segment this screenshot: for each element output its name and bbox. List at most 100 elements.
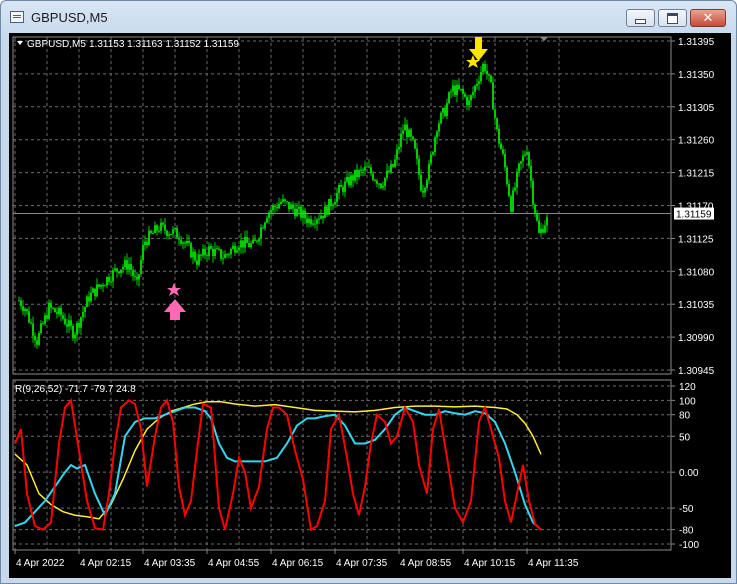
candle-body	[536, 213, 538, 221]
candle-body	[44, 315, 46, 324]
candle-body	[336, 192, 338, 203]
candle-body	[324, 206, 326, 219]
candle-body	[414, 139, 416, 149]
candle-body	[132, 270, 134, 277]
maximize-button[interactable]	[658, 9, 687, 27]
candle-body	[254, 239, 256, 241]
candle-body	[374, 179, 376, 181]
candle-body	[380, 183, 382, 188]
candle-body	[438, 123, 440, 132]
candle-body	[360, 169, 362, 171]
candle-body	[494, 109, 496, 119]
buy-signal	[164, 283, 186, 320]
candle-body	[244, 237, 246, 248]
candle-body	[398, 147, 400, 150]
candle-body	[452, 85, 454, 92]
candle-body	[314, 223, 316, 225]
candle-body	[88, 296, 90, 302]
candle-body	[412, 136, 414, 140]
candle-body	[232, 245, 234, 249]
candle-body	[188, 241, 190, 244]
time-axis[interactable]: 4 Apr 2022 4 Apr 02:15 4 Apr 03:35 4 Apr 04…	[14, 550, 579, 569]
candle-body	[356, 169, 358, 178]
candle-body	[222, 258, 224, 260]
candle-body	[220, 249, 222, 259]
candle-body	[250, 243, 252, 247]
candle-body	[526, 152, 528, 155]
time-tick-label: 4 Apr 04:55	[208, 558, 260, 569]
candle-body	[46, 315, 48, 319]
price-candles	[18, 60, 548, 349]
candle-body	[62, 315, 64, 319]
current-price-value: 1.31159	[676, 210, 712, 221]
candle-body	[212, 248, 214, 257]
symbol-dropdown-icon[interactable]	[17, 41, 23, 45]
chart-window-icon	[10, 11, 24, 23]
window-title: GBPUSD,M5	[31, 10, 108, 25]
candle-body	[36, 340, 38, 345]
candle-body	[434, 137, 436, 152]
candle-body	[124, 260, 126, 267]
candle-body	[248, 243, 250, 247]
candle-body	[56, 312, 58, 314]
candle-body	[338, 184, 340, 193]
candle-body	[82, 312, 84, 318]
candle-body	[474, 85, 476, 93]
candle-body	[370, 167, 372, 174]
candle-body	[422, 190, 424, 193]
candle-body	[114, 268, 116, 270]
candle-body	[20, 300, 22, 307]
candle-body	[480, 72, 482, 82]
candle-body	[466, 96, 468, 106]
candle-body	[252, 239, 254, 244]
close-button[interactable]: ✕	[690, 9, 726, 27]
price-axis[interactable]: 1.31395 1.31350 1.31305 1.31260 1.31215 1.311…	[671, 37, 715, 377]
time-tick-label: 4 Apr 10:15	[464, 558, 516, 569]
candle-body	[350, 175, 352, 186]
candle-body	[92, 288, 94, 293]
candle-body	[74, 334, 76, 339]
up-arrow-icon	[164, 299, 186, 320]
candle-body	[464, 93, 466, 97]
candle-body	[54, 308, 56, 313]
candle-body	[176, 228, 178, 238]
candle-body	[546, 217, 548, 226]
candle-body	[66, 324, 68, 327]
candle-body	[396, 149, 398, 160]
candle-body	[102, 284, 104, 287]
candle-body	[106, 276, 108, 286]
chart-shift-marker[interactable]	[540, 37, 548, 41]
candle-body	[334, 202, 336, 205]
candle-body	[258, 238, 260, 242]
candle-body	[382, 186, 384, 188]
chart-canvas[interactable]: GBPUSD,M5 1.31153 1.31163 1.31152 1.3115…	[9, 33, 731, 578]
candle-body	[366, 166, 368, 168]
candle-body	[242, 240, 244, 248]
candle-body	[482, 63, 484, 73]
candle-body	[210, 246, 212, 249]
indicator-tick-label: -100	[679, 540, 699, 551]
candle-body	[58, 307, 60, 314]
candle-body	[30, 322, 32, 324]
price-tick-label: 1.31395	[678, 37, 715, 48]
candle-body	[410, 129, 412, 137]
candle-body	[470, 95, 472, 101]
candle-body	[96, 284, 98, 297]
chart-area[interactable]: GBPUSD,M5 1.31153 1.31163 1.31152 1.3115…	[9, 33, 731, 578]
candle-body	[240, 240, 242, 248]
candle-body	[378, 183, 380, 185]
title-bar[interactable]: GBPUSD,M5 ✕	[1, 1, 736, 33]
candle-body	[540, 228, 542, 233]
candle-body	[406, 124, 408, 137]
candle-body	[196, 260, 198, 265]
candle-body	[312, 223, 314, 225]
candle-body	[236, 250, 238, 253]
candle-body	[516, 171, 518, 188]
price-tick-label: 1.31215	[678, 169, 715, 180]
minimize-button[interactable]	[626, 9, 655, 27]
indicator-line-yellow	[14, 401, 542, 520]
candle-body	[184, 242, 186, 244]
candle-body	[302, 210, 304, 218]
candle-body	[100, 284, 102, 287]
candle-body	[346, 176, 348, 182]
